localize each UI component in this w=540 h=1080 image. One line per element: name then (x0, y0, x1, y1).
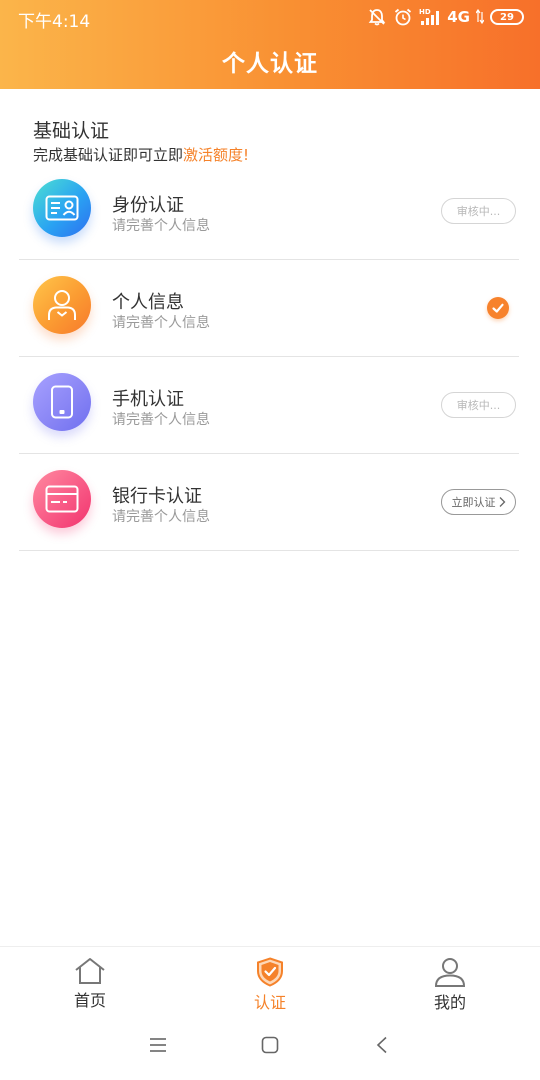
id-card-icon (33, 179, 91, 237)
status-icons: HD 4G 29 (367, 6, 524, 28)
data-arrows-icon (476, 9, 484, 25)
section-subtitle: 完成基础认证即可立即激活额度! (33, 144, 249, 165)
status-bar: 下午4:14 HD 4G 29 (0, 0, 540, 34)
nav-home[interactable]: 首页 (30, 947, 150, 1019)
auth-item-title: 个人信息 (112, 292, 184, 313)
section-subtitle-text: 完成基础认证即可立即 (33, 146, 184, 164)
auth-item-desc: 请完善个人信息 (112, 412, 210, 428)
check-icon (487, 297, 509, 319)
phone-icon (33, 373, 91, 431)
alarm-icon (395, 8, 412, 26)
system-nav-bar (0, 1018, 540, 1080)
auth-item-desc: 请完善个人信息 (112, 509, 210, 525)
auth-item-title: 身份认证 (112, 195, 184, 216)
battery-indicator: 29 (490, 9, 524, 25)
nav-mine[interactable]: 我的 (390, 947, 510, 1019)
status-time: 下午4:14 (18, 12, 91, 32)
auth-item-title: 手机认证 (112, 389, 184, 410)
nav-mine-label: 我的 (433, 993, 466, 1012)
bottom-nav: 首页 认证 我的 (0, 946, 540, 1018)
signal-hd-icon: HD (419, 8, 440, 25)
back-icon[interactable] (375, 1036, 389, 1054)
chevron-right-icon (499, 497, 505, 507)
nav-verification-label: 认证 (253, 993, 286, 1012)
nav-home-label: 首页 (73, 991, 106, 1010)
activate-limit-link: 激活额度! (183, 146, 250, 164)
auth-item-title: 银行卡认证 (112, 486, 202, 507)
network-type: 4G (447, 8, 470, 26)
auth-item-phone[interactable]: 手机认证 请完善个人信息 审核中... (19, 357, 519, 454)
home-icon (75, 958, 105, 984)
auth-item-identity[interactable]: 身份认证 请完善个人信息 审核中... (19, 163, 519, 260)
verify-now-button[interactable]: 立即认证 (441, 489, 516, 515)
auth-list: 身份认证 请完善个人信息 审核中... 个人信息 请完善个人信息 手机认证 请完… (19, 163, 519, 551)
auth-item-bank-card[interactable]: 银行卡认证 请完善个人信息 立即认证 (19, 454, 519, 551)
shield-check-icon (257, 957, 283, 987)
nav-verification[interactable]: 认证 (210, 947, 330, 1019)
person-icon (33, 276, 91, 334)
page-title: 个人认证 (222, 51, 318, 77)
section-title: 基础认证 (33, 120, 110, 142)
verify-now-label: 立即认证 (451, 496, 496, 509)
svg-text:HD: HD (419, 8, 431, 16)
bank-card-icon (33, 470, 91, 528)
notification-off-icon (368, 9, 386, 26)
auth-item-desc: 请完善个人信息 (112, 315, 210, 331)
auth-item-desc: 请完善个人信息 (112, 218, 210, 234)
auth-item-personal-info[interactable]: 个人信息 请完善个人信息 (19, 260, 519, 357)
user-icon (434, 958, 466, 987)
home-square-icon[interactable] (261, 1036, 279, 1054)
battery-level: 29 (500, 11, 514, 23)
status-badge-reviewing: 审核中... (441, 392, 516, 418)
menu-icon[interactable] (149, 1036, 167, 1054)
status-badge-reviewing: 审核中... (441, 198, 516, 224)
header-bar: 下午4:14 HD 4G 29 个人认证 (0, 0, 540, 89)
